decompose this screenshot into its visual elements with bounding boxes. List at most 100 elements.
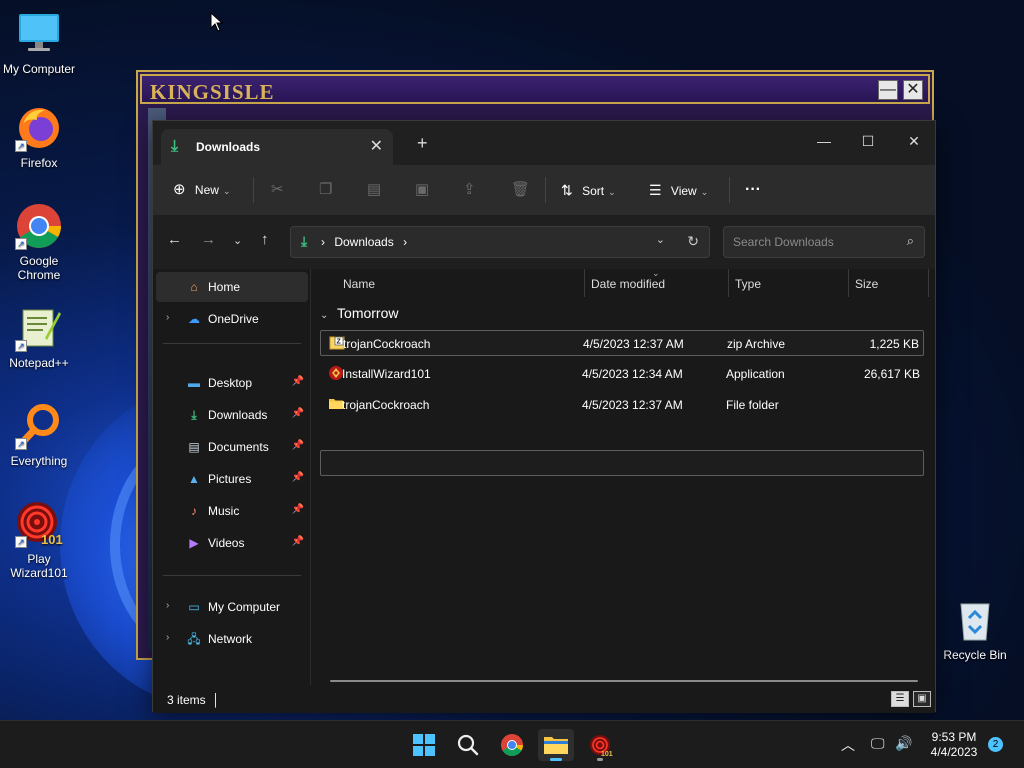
refresh-icon[interactable]: ↻ [687,233,699,250]
group-header[interactable]: ⌄ Tomorrow [320,305,399,321]
column-header-name[interactable]: Name [343,277,375,291]
show-hidden-icons-chevron-icon[interactable]: ︿ [841,735,855,755]
sidebar-item-onedrive[interactable]: › ☁ OneDrive [156,304,308,334]
search-input[interactable]: Search Downloads ⌕ [723,226,925,258]
recycle-bin-icon [951,596,999,644]
start-button[interactable] [406,729,442,761]
desktop-icon-firefox[interactable]: ↗ Firefox [0,104,78,170]
back-arrow-icon[interactable]: ← [167,231,182,248]
sidebar-item-pictures[interactable]: ▲ Pictures 📌 [156,464,308,494]
up-arrow-icon[interactable]: ↑ [261,231,269,248]
volume-icon[interactable]: 🔊 [895,735,912,752]
taskbar-file-explorer-button[interactable] [538,729,574,761]
tab-close-button[interactable]: ✕ [370,136,383,156]
details-view-button[interactable]: ☰ [891,691,909,707]
sidebar-item-desktop[interactable]: ▬ Desktop 📌 [156,368,308,398]
more-options-button[interactable]: ··· [745,177,761,203]
search-icon [457,734,479,756]
file-name: InstallWizard101 [342,367,431,381]
column-divider[interactable] [728,269,729,297]
column-header-date[interactable]: Date modified [591,277,665,291]
address-history-chevron-icon[interactable]: ⌄ [656,233,665,246]
file-type: zip Archive [727,337,786,351]
sidebar-item-music[interactable]: ♪ Music 📌 [156,496,308,526]
shortcut-arrow-icon: ↗ [15,140,27,152]
videos-icon: ▶ [189,536,199,550]
share-icon[interactable]: ⇪ [463,177,476,203]
sidebar-item-label: Network [208,632,253,646]
clock[interactable]: 9:53 PM 4/4/2023 [920,730,988,760]
file-type: File folder [726,398,779,412]
taskbar-chrome-button[interactable] [494,729,530,761]
search-magnifier-icon: ↗ [15,402,63,450]
minimize-button[interactable]: — [801,127,847,155]
kingsisle-close-button[interactable]: ✕ [903,80,923,100]
sidebar-item-home[interactable]: ⌂ Home [156,272,308,302]
table-row[interactable]: Z trojanCockroach 4/5/2023 12:37 AM zip … [320,330,924,356]
notification-badge[interactable]: 2 [988,737,1003,752]
sidebar-item-videos[interactable]: ▶ Videos 📌 [156,528,308,558]
chrome-icon: ↗ [15,202,63,250]
sidebar-divider [163,575,301,576]
horizontal-scrollbar[interactable] [330,680,918,682]
tiles-view-button[interactable]: ▣ [913,691,931,707]
sort-button[interactable]: ⇅ Sort ⌄ [561,177,616,203]
navigation-pane: ⌂ Home › ☁ OneDrive ▬ Desktop 📌 ⤓ Downlo… [153,269,311,685]
sidebar-item-my-computer[interactable]: › ▭ My Computer [156,592,308,622]
column-divider[interactable] [928,269,929,297]
file-date: 4/5/2023 12:37 AM [583,337,684,351]
forward-arrow-icon[interactable]: → [201,231,216,248]
maximize-button[interactable]: ☐ [845,127,891,155]
tab-downloads[interactable]: ⤓ Downloads ✕ [161,129,393,165]
download-icon: ⤓ [301,233,308,249]
home-icon: ⌂ [190,280,198,294]
new-tab-button[interactable]: + [417,133,428,154]
paste-icon[interactable]: ▤ [367,177,381,203]
sort-icon: ⇅ [561,182,573,198]
desktop-icon-chrome[interactable]: ↗ Google Chrome [0,202,78,282]
sidebar-item-downloads[interactable]: ⤓ Downloads 📌 [156,400,308,430]
desktop-icon-notepadpp[interactable]: ↗ Notepad++ [0,304,78,370]
kingsisle-title-bar[interactable]: KINGSISLE — ✕ [140,74,930,104]
breadcrumb-downloads[interactable]: Downloads [334,235,393,249]
desktop-icon-recycle-bin[interactable]: Recycle Bin [936,596,1014,662]
view-button[interactable]: ☰ View ⌄ [649,177,708,203]
breadcrumb: › Downloads › [321,235,407,249]
cut-icon[interactable]: ✂ [271,177,284,203]
column-header-type[interactable]: Type [735,277,761,291]
rename-icon[interactable]: ▣ [415,177,429,203]
sidebar-item-label: Downloads [208,408,268,422]
clock-time: 9:53 PM [931,730,977,744]
desktop-icon-wizard101[interactable]: 101 ↗ Play Wizard101 [0,500,78,580]
kingsisle-minimize-button[interactable]: — [878,80,898,100]
close-button[interactable]: ✕ [891,127,937,155]
chevron-right-icon[interactable]: › [166,632,169,643]
column-divider[interactable] [584,269,585,297]
table-row[interactable]: trojanCockroach 4/5/2023 12:37 AM File f… [320,392,924,418]
chevron-down-icon: ⌄ [222,186,231,196]
recent-locations-chevron-icon[interactable]: ⌄ [233,234,242,247]
table-row[interactable] [320,450,924,476]
address-bar[interactable]: ⤓ › Downloads › ⌄ ↻ [290,226,710,258]
table-row[interactable]: InstallWizard101 4/5/2023 12:34 AM Appli… [320,361,924,387]
column-divider[interactable] [848,269,849,297]
group-label: Tomorrow [337,305,399,321]
taskbar-wizard101-button[interactable]: 101 [582,729,618,761]
sidebar-item-documents[interactable]: ▤ Documents 📌 [156,432,308,462]
column-header-size[interactable]: Size [855,277,878,291]
desktop-icon-everything[interactable]: ↗ Everything [0,402,78,468]
copy-icon[interactable]: ❐ [319,177,332,203]
delete-icon[interactable]: 🗑 [511,177,530,203]
toolbar-divider [729,177,730,203]
file-explorer-window: ⤓ Downloads ✕ + — ☐ ✕ ⊕ New ⌄ ✂ ❐ ▤ ▣ ⇪ 🗑… [152,120,937,713]
desktop-icon-my-computer[interactable]: My Computer [0,10,78,76]
pin-icon: 📌 [291,472,304,483]
chevron-right-icon[interactable]: › [166,312,169,323]
search-button[interactable] [450,729,486,761]
network-status-icon[interactable]: 🖵 [871,735,885,752]
new-button[interactable]: ⊕ New ⌄ [173,177,230,203]
chevron-right-icon[interactable]: › [166,600,169,611]
file-type: Application [726,367,785,381]
tab-title: Downloads [196,140,261,154]
sidebar-item-network[interactable]: › 🖧 Network [156,624,308,654]
